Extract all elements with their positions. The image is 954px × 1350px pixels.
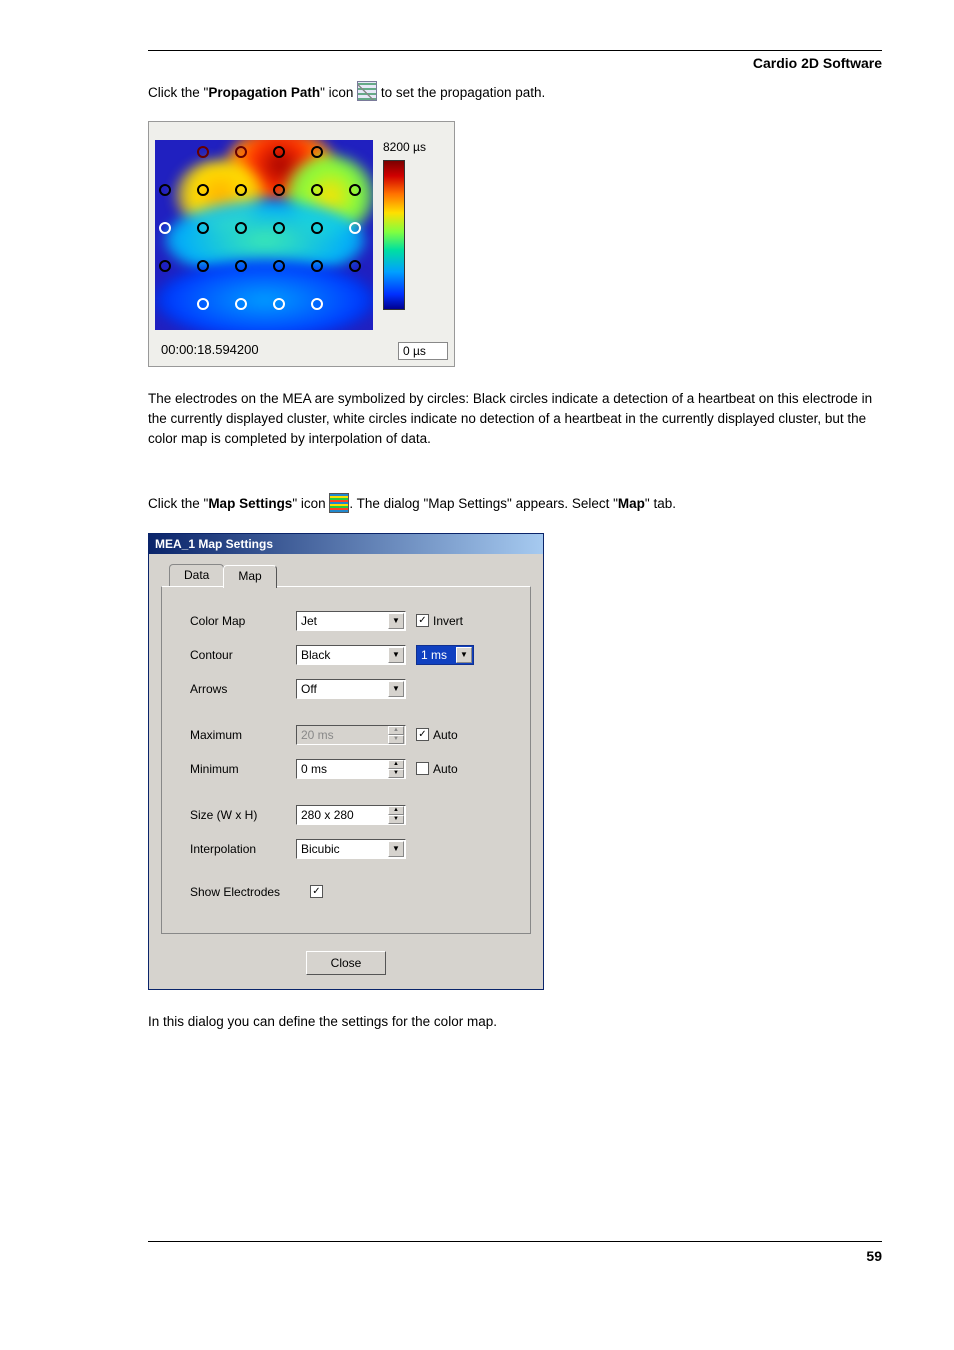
- tab-data[interactable]: Data: [169, 564, 224, 587]
- label-arrows: Arrows: [190, 682, 286, 696]
- map-settings-dialog: MEA_1 Map Settings Data Map Color Map Je…: [148, 533, 544, 990]
- size-spin[interactable]: 280 x 280 ▲▼: [296, 805, 406, 825]
- page-number: 59: [148, 1241, 882, 1264]
- term-map: Map: [618, 496, 645, 511]
- label-minimum: Minimum: [190, 762, 286, 776]
- text: " icon: [320, 85, 357, 100]
- spin-up-icon[interactable]: ▲: [388, 806, 404, 815]
- label-size: Size (W x H): [190, 808, 286, 822]
- close-button[interactable]: Close: [306, 951, 386, 975]
- show-electrodes-checkbox[interactable]: ✓: [310, 885, 323, 898]
- arrows-value: Off: [301, 682, 317, 696]
- invert-checkbox[interactable]: ✓ Invert: [416, 614, 463, 628]
- chevron-down-icon[interactable]: ▼: [388, 613, 404, 629]
- text: . The dialog "Map Settings" appears. Sel…: [349, 496, 618, 511]
- dialog-title: MEA_1 Map Settings: [155, 537, 273, 551]
- contour-step-combo[interactable]: 1 ms ▼: [416, 645, 474, 665]
- text: Click the ": [148, 496, 208, 511]
- spin-up-icon[interactable]: ▲: [388, 760, 404, 769]
- spin-down-icon[interactable]: ▼: [388, 815, 404, 824]
- heatmap-timestamp: 00:00:18.594200: [161, 342, 259, 360]
- dialog-titlebar[interactable]: MEA_1 Map Settings: [149, 534, 543, 554]
- maximum-spin[interactable]: 20 ms ▲▼: [296, 725, 406, 745]
- colorbar: [383, 160, 405, 310]
- colorbar-bottom-label: 0 µs: [398, 342, 448, 360]
- spin-up-icon[interactable]: ▲: [388, 726, 404, 735]
- auto-max-label: Auto: [433, 728, 458, 742]
- propagation-map-figure: 8200 µs 00:00:18.594200 0 µs: [148, 121, 455, 367]
- heatmap-canvas: [155, 140, 373, 330]
- label-interpolation: Interpolation: [190, 842, 286, 856]
- term-map-settings: Map Settings: [208, 496, 292, 511]
- colorbar-top-label: 8200 µs: [383, 140, 443, 154]
- text: to set the propagation path.: [377, 85, 545, 100]
- text: " icon: [292, 496, 329, 511]
- maximum-value: 20 ms: [301, 728, 334, 742]
- propagation-path-icon: [357, 81, 377, 101]
- contour-value: Black: [301, 648, 330, 662]
- minimum-spin[interactable]: 0 ms ▲▼: [296, 759, 406, 779]
- spin-down-icon[interactable]: ▼: [388, 769, 404, 778]
- text: " tab.: [645, 496, 676, 511]
- contour-step-value: 1 ms: [421, 648, 447, 662]
- label-contour: Contour: [190, 648, 286, 662]
- color-map-value: Jet: [301, 614, 317, 628]
- invert-label: Invert: [433, 614, 463, 628]
- paragraph-map-settings: Click the "Map Settings" icon . The dial…: [148, 494, 882, 514]
- paragraph-dialog-summary: In this dialog you can define the settin…: [148, 1012, 882, 1032]
- arrows-combo[interactable]: Off ▼: [296, 679, 406, 699]
- paragraph-propagation-path: Click the "Propagation Path" icon to set…: [148, 83, 882, 103]
- term-propagation-path: Propagation Path: [208, 85, 320, 100]
- minimum-value: 0 ms: [301, 762, 327, 776]
- tab-map[interactable]: Map: [223, 565, 276, 588]
- chevron-down-icon[interactable]: ▼: [388, 681, 404, 697]
- interpolation-combo[interactable]: Bicubic ▼: [296, 839, 406, 859]
- label-show-electrodes: Show Electrodes: [190, 885, 300, 899]
- chevron-down-icon[interactable]: ▼: [388, 647, 404, 663]
- color-map-combo[interactable]: Jet ▼: [296, 611, 406, 631]
- chevron-down-icon[interactable]: ▼: [456, 647, 472, 663]
- chevron-down-icon[interactable]: ▼: [388, 841, 404, 857]
- label-color-map: Color Map: [190, 614, 286, 628]
- contour-combo[interactable]: Black ▼: [296, 645, 406, 665]
- spin-down-icon[interactable]: ▼: [388, 735, 404, 744]
- auto-max-checkbox[interactable]: ✓ Auto: [416, 728, 458, 742]
- auto-min-checkbox[interactable]: Auto: [416, 762, 458, 776]
- interpolation-value: Bicubic: [301, 842, 340, 856]
- map-settings-icon: [329, 493, 349, 513]
- paragraph-electrode-explanation: The electrodes on the MEA are symbolized…: [148, 389, 882, 448]
- page-header: Cardio 2D Software: [148, 55, 882, 71]
- text: Click the ": [148, 85, 208, 100]
- auto-min-label: Auto: [433, 762, 458, 776]
- label-maximum: Maximum: [190, 728, 286, 742]
- size-value: 280 x 280: [301, 808, 354, 822]
